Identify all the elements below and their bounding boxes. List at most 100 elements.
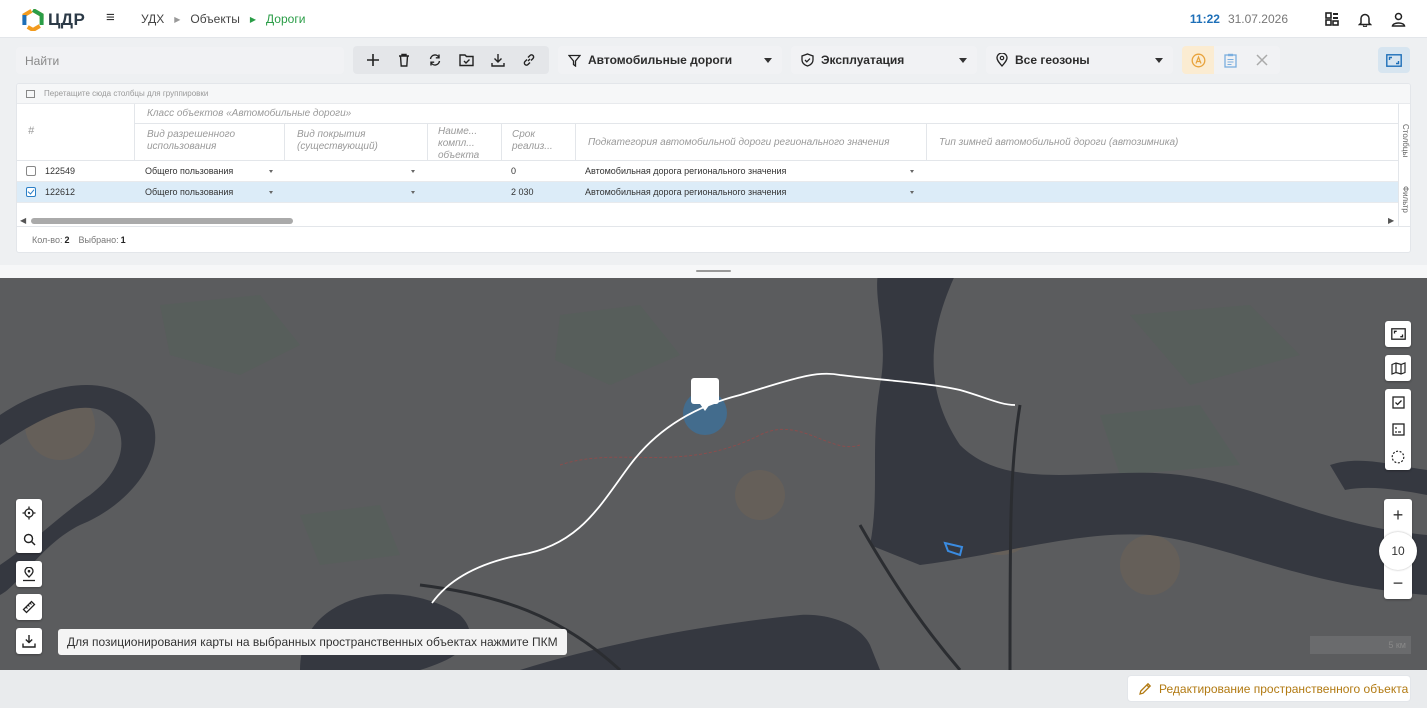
map-download-icon[interactable] bbox=[16, 628, 42, 654]
selected-value: 1 bbox=[120, 235, 126, 245]
status-dropdown[interactable]: Эксплуатация bbox=[791, 46, 977, 74]
clock-date: 31.07.2026 bbox=[1227, 12, 1288, 26]
side-tool-panel: Столбцы Фильтр bbox=[1398, 104, 1410, 226]
geozone-dropdown-value: Все геозоны bbox=[1015, 53, 1090, 67]
caret-down-icon bbox=[1155, 57, 1163, 63]
status-dropdown-value: Эксплуатация bbox=[821, 53, 905, 67]
bell-icon[interactable] bbox=[1356, 10, 1374, 28]
row-subcategory: Автомобильная дорога регионального значе… bbox=[585, 187, 787, 197]
zoom-level-indicator: 10 bbox=[1379, 532, 1417, 570]
scrollbar-thumb[interactable] bbox=[31, 218, 293, 224]
panel-splitter[interactable] bbox=[0, 265, 1427, 278]
search-input[interactable]: Найти bbox=[16, 47, 344, 74]
widgets-icon[interactable] bbox=[1323, 10, 1341, 28]
select-lasso-icon[interactable] bbox=[1385, 443, 1411, 470]
download-icon[interactable] bbox=[487, 49, 509, 71]
column-header-winter-type[interactable]: Тип зимней автомобильной дороги (автозим… bbox=[926, 124, 1398, 161]
row-id: 122612 bbox=[45, 187, 76, 197]
breadcrumb: УДХ ▶ Объекты ▶ Дороги bbox=[141, 12, 305, 26]
roads-table: Перетащите сюда столбцы для группировки … bbox=[16, 83, 1411, 253]
pencil-icon bbox=[1138, 682, 1152, 696]
column-header-name[interactable]: Наиме... компл... объекта bbox=[427, 124, 501, 161]
locate-icon[interactable] bbox=[16, 499, 42, 526]
road-type-dropdown[interactable]: Автомобильные дороги bbox=[558, 46, 782, 74]
column-header-subcategory[interactable]: Подкатегория автомобильной дороги регион… bbox=[575, 124, 926, 161]
splitter-handle[interactable] bbox=[696, 270, 731, 272]
ruler-icon[interactable] bbox=[16, 594, 42, 620]
table-header: # Класс объектов «Автомобильные дороги» … bbox=[17, 104, 1410, 161]
app-logo[interactable]: ЦДР bbox=[22, 9, 85, 31]
count-label: Кол-во: bbox=[32, 235, 63, 245]
table-row[interactable]: 122612 Общего пользования 2 030 Автомоби… bbox=[17, 182, 1410, 203]
row-checkbox[interactable] bbox=[26, 166, 36, 176]
map-scale-bar: 5 км bbox=[1310, 636, 1411, 654]
geozone-dropdown[interactable]: Все геозоны bbox=[986, 46, 1173, 74]
folder-check-icon[interactable] bbox=[456, 49, 478, 71]
logo-text: ЦДР bbox=[48, 10, 86, 29]
scroll-right-icon[interactable]: ▶ bbox=[1388, 216, 1394, 225]
refresh-icon[interactable] bbox=[424, 49, 446, 71]
column-header-term[interactable]: Срок реализ... bbox=[501, 124, 575, 161]
close-icon[interactable] bbox=[1246, 46, 1278, 74]
zoom-in-button[interactable]: + bbox=[1384, 501, 1412, 529]
column-header-id[interactable]: # bbox=[28, 125, 34, 137]
caret-down-icon[interactable] bbox=[411, 191, 415, 194]
scroll-left-icon[interactable]: ◀ bbox=[20, 216, 26, 225]
caret-down-icon[interactable] bbox=[269, 170, 273, 173]
group-hint: Перетащите сюда столбцы для группировки bbox=[44, 89, 209, 98]
shield-check-icon bbox=[801, 53, 814, 67]
row-id: 122549 bbox=[45, 166, 76, 176]
logo-icon bbox=[22, 9, 44, 31]
map-layers-icon[interactable] bbox=[1385, 355, 1411, 381]
group-icon bbox=[26, 89, 35, 98]
road-type-dropdown-value: Автомобильные дороги bbox=[588, 53, 733, 67]
breadcrumb-item-roads: Дороги bbox=[266, 12, 306, 26]
map-nav-tools bbox=[16, 499, 42, 553]
select-checkbox-icon[interactable] bbox=[1385, 389, 1411, 416]
hamburger-menu-icon[interactable]: ≡ bbox=[106, 10, 122, 26]
fullscreen-toggle-icon[interactable] bbox=[1378, 47, 1410, 73]
zoom-out-button[interactable]: − bbox=[1384, 569, 1412, 597]
select-rectangle-icon[interactable] bbox=[1385, 416, 1411, 443]
search-icon[interactable] bbox=[16, 526, 42, 553]
map-fullscreen-icon[interactable] bbox=[1385, 321, 1411, 347]
horizontal-scrollbar[interactable]: ◀ ▶ bbox=[17, 215, 1398, 226]
column-header-usage[interactable]: Вид разрешенного использования bbox=[134, 124, 284, 161]
table-footer: Кол-во: 2 Выбрано: 1 bbox=[17, 226, 1410, 252]
row-term: 0 bbox=[511, 166, 517, 176]
columns-tab[interactable]: Столбцы bbox=[1401, 124, 1410, 157]
group-drop-zone[interactable]: Перетащите сюда столбцы для группировки bbox=[17, 84, 1410, 104]
add-icon[interactable] bbox=[362, 49, 384, 71]
caret-down-icon[interactable] bbox=[411, 170, 415, 173]
map-view[interactable]: + − 10 Для позиционирования карты на выб… bbox=[0, 265, 1427, 670]
row-usage: Общего пользования bbox=[145, 166, 234, 176]
caret-down-icon bbox=[764, 57, 772, 63]
map-hint-tooltip: Для позиционирования карты на выбранных … bbox=[58, 629, 567, 655]
trash-icon[interactable] bbox=[393, 49, 415, 71]
clipboard-icon[interactable] bbox=[1214, 46, 1246, 74]
link-icon[interactable] bbox=[518, 49, 540, 71]
user-icon[interactable] bbox=[1389, 10, 1407, 28]
chevron-right-icon: ▶ bbox=[174, 14, 181, 24]
app-header: ЦДР ≡ УДХ ▶ Объекты ▶ Дороги 11:22 31.07… bbox=[0, 0, 1427, 38]
caret-down-icon bbox=[959, 57, 967, 63]
map-canvas bbox=[0, 265, 1427, 670]
caret-down-icon[interactable] bbox=[910, 170, 914, 173]
breadcrumb-item-udh[interactable]: УДХ bbox=[141, 12, 164, 26]
row-checkbox[interactable] bbox=[26, 187, 36, 197]
filter-tab[interactable]: Фильтр bbox=[1401, 186, 1410, 213]
column-header-surface[interactable]: Вид покрытия (существующий) bbox=[284, 124, 427, 161]
caret-down-icon[interactable] bbox=[269, 191, 273, 194]
edit-spatial-object-label: Редактирование пространственного объекта bbox=[1159, 681, 1409, 696]
table-row[interactable]: 122549 Общего пользования 0 Автомобильна… bbox=[17, 161, 1410, 182]
location-pin-icon bbox=[996, 53, 1008, 67]
column-group-header: Класс объектов «Автомобильные дороги» bbox=[134, 104, 1398, 124]
chevron-right-icon: ▶ bbox=[249, 14, 257, 24]
selected-label: Выбрано: bbox=[78, 235, 119, 245]
breadcrumb-item-objects[interactable]: Объекты bbox=[190, 12, 240, 26]
row-subcategory: Автомобильная дорога регионального значе… bbox=[585, 166, 787, 176]
edit-spatial-object-button[interactable]: Редактирование пространственного объекта bbox=[1127, 675, 1411, 702]
auto-circle-icon[interactable] bbox=[1182, 46, 1214, 74]
map-pin-user-icon[interactable] bbox=[16, 561, 42, 587]
caret-down-icon[interactable] bbox=[910, 191, 914, 194]
